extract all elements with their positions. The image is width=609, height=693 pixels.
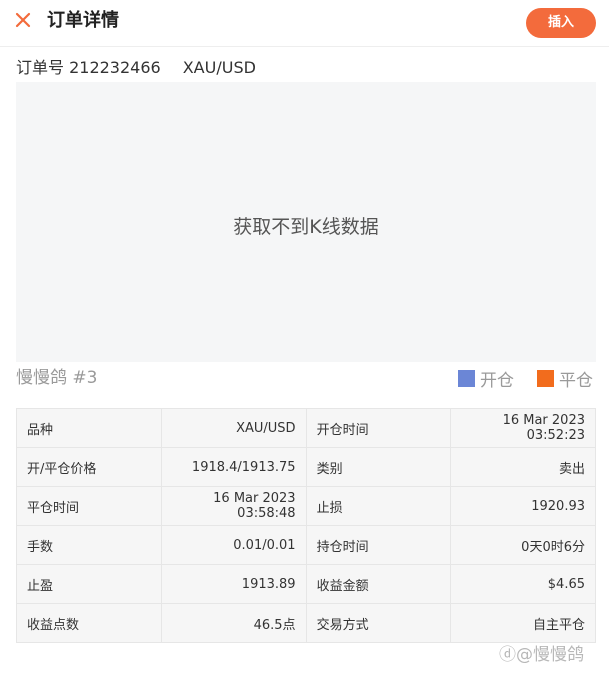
detail-label: 类别	[305, 447, 452, 487]
chart-empty-message: 获取不到K线数据	[233, 216, 379, 238]
table-row: 开/平仓价格 1918.4/1913.75 类别 卖出	[16, 447, 596, 487]
watermark-text: 慢慢鸽	[533, 645, 584, 665]
detail-label: 手数	[16, 525, 162, 565]
legend-close: 平仓	[537, 366, 593, 391]
page-title: 订单详情	[47, 10, 119, 31]
detail-label: 交易方式	[305, 603, 452, 643]
table-row: 收益点数 46.5点 交易方式 自主平仓	[16, 603, 596, 643]
detail-label: 品种	[16, 408, 162, 448]
order-symbol: XAU/USD	[182, 58, 256, 77]
detail-label: 持仓时间	[305, 525, 452, 565]
detail-value: 16 Mar 2023 03:58:48	[160, 486, 307, 526]
watermark-logo-icon: ⓓ@	[499, 645, 533, 665]
order-number: 订单号 212232466	[16, 58, 161, 77]
watermark: ⓓ@慢慢鸽	[499, 643, 584, 667]
insert-button[interactable]: 插入	[526, 8, 596, 38]
detail-label: 止损	[305, 486, 452, 526]
legend-open-swatch	[458, 369, 475, 387]
detail-label: 平仓时间	[16, 486, 162, 526]
detail-value: 自主平仓	[450, 603, 596, 643]
close-icon[interactable]	[12, 9, 34, 31]
legend-open-label: 开仓	[480, 370, 514, 391]
detail-value: 0.01/0.01	[160, 525, 307, 565]
detail-label: 开/平仓价格	[16, 447, 162, 487]
detail-value: 1920.93	[450, 486, 596, 526]
detail-value: 16 Mar 2023 03:52:23	[450, 408, 596, 448]
top-bar: 订单详情 插入	[0, 0, 609, 47]
table-row: 止盈 1913.89 收益金额 $4.65	[16, 564, 596, 604]
detail-value: 1913.89	[160, 564, 307, 604]
order-info: 订单号 212232466 XAU/USD	[16, 57, 256, 79]
table-row: 平仓时间 16 Mar 2023 03:58:48 止损 1920.93	[16, 486, 596, 526]
detail-label: 收益点数	[16, 603, 162, 643]
table-row: 品种 XAU/USD 开仓时间 16 Mar 2023 03:52:23	[16, 408, 596, 448]
detail-value: $4.65	[450, 564, 596, 604]
table-row: 手数 0.01/0.01 持仓时间 0天0时6分	[16, 525, 596, 565]
legend-open: 开仓	[458, 366, 514, 391]
detail-value: 卖出	[450, 447, 596, 487]
detail-value: 0天0时6分	[450, 525, 596, 565]
detail-label: 开仓时间	[305, 408, 452, 448]
legend-close-swatch	[537, 369, 554, 387]
owner-name: 慢慢鸽 #3	[16, 368, 98, 388]
detail-value: XAU/USD	[160, 408, 307, 448]
detail-label: 收益金额	[305, 564, 452, 604]
kline-chart-area: 获取不到K线数据	[16, 82, 596, 362]
detail-value: 1918.4/1913.75	[160, 447, 307, 487]
order-details-table: 品种 XAU/USD 开仓时间 16 Mar 2023 03:52:23 开/平…	[16, 408, 596, 643]
detail-label: 止盈	[16, 564, 162, 604]
legend-close-label: 平仓	[559, 370, 593, 391]
detail-value: 46.5点	[160, 603, 307, 643]
